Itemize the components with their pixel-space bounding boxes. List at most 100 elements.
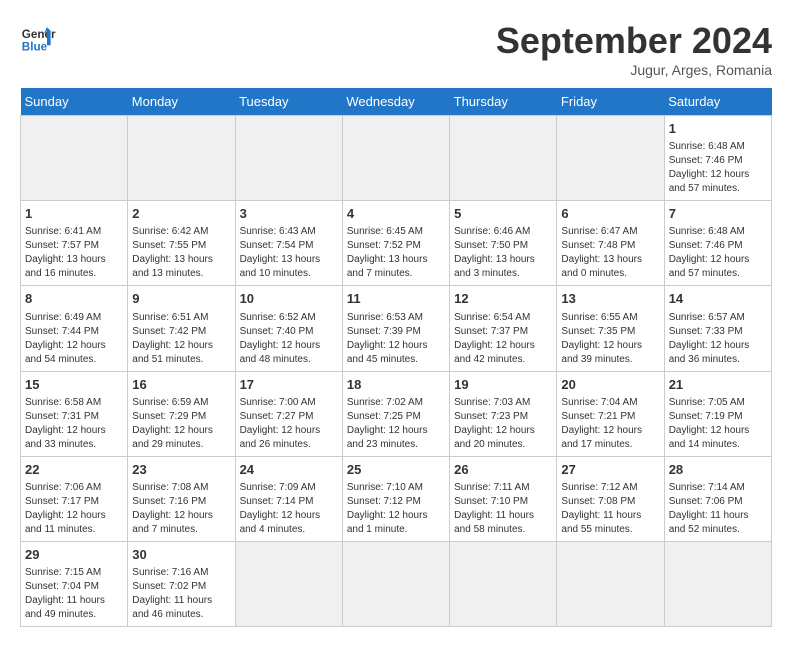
day-cell: 26 Sunrise: 7:11 AM Sunset: 7:10 PM Dayli… [450, 456, 557, 541]
day-cell: 19 Sunrise: 7:03 AM Sunset: 7:23 PM Dayli… [450, 371, 557, 456]
day-info: Sunrise: 6:45 AM Sunset: 7:52 PM Dayligh… [347, 225, 445, 281]
svg-text:Blue: Blue [22, 41, 48, 54]
logo: General Blue [20, 20, 56, 56]
day-info: Sunrise: 7:05 AM Sunset: 7:19 PM Dayligh… [669, 396, 767, 452]
day-number: 28 [669, 461, 767, 479]
day-cell: 29 Sunrise: 7:15 AM Sunset: 7:04 PM Dayli… [21, 541, 128, 626]
day-info: Sunrise: 7:15 AM Sunset: 7:04 PM Dayligh… [25, 566, 123, 622]
day-number: 24 [240, 461, 338, 479]
day-cell: 12 Sunrise: 6:54 AM Sunset: 7:37 PM Dayli… [450, 286, 557, 371]
week-row-2: 8Sunrise: 6:49 AM Sunset: 7:44 PM Daylig… [21, 286, 772, 371]
day-number: 17 [240, 376, 338, 394]
day-info: Sunrise: 6:42 AM Sunset: 7:55 PM Dayligh… [132, 225, 230, 281]
day-cell: 24Sunrise: 7:09 AM Sunset: 7:14 PM Dayli… [235, 456, 342, 541]
header-cell-sunday: Sunday [21, 88, 128, 116]
day-info: Sunrise: 6:57 AM Sunset: 7:33 PM Dayligh… [669, 311, 767, 367]
week-row-5: 29 Sunrise: 7:15 AM Sunset: 7:04 PM Dayli… [21, 541, 772, 626]
day-number: 15 [25, 376, 123, 394]
day-cell [342, 116, 449, 201]
day-cell: 22 Sunrise: 7:06 AM Sunset: 7:17 PM Dayli… [21, 456, 128, 541]
day-number: 13 [561, 290, 659, 308]
day-cell: 21 Sunrise: 7:05 AM Sunset: 7:19 PM Dayli… [664, 371, 771, 456]
day-cell: 5Sunrise: 6:46 AM Sunset: 7:50 PM Daylig… [450, 201, 557, 286]
header-cell-monday: Monday [128, 88, 235, 116]
day-info: Sunrise: 6:52 AM Sunset: 7:40 PM Dayligh… [240, 311, 338, 367]
day-number: 19 [454, 376, 552, 394]
day-cell: 17 Sunrise: 7:00 AM Sunset: 7:27 PM Dayli… [235, 371, 342, 456]
day-cell [235, 541, 342, 626]
day-info: Sunrise: 6:54 AM Sunset: 7:37 PM Dayligh… [454, 311, 552, 367]
day-info: Sunrise: 6:41 AM Sunset: 7:57 PM Dayligh… [25, 225, 123, 281]
day-number: 26 [454, 461, 552, 479]
day-info: Sunrise: 7:00 AM Sunset: 7:27 PM Dayligh… [240, 396, 338, 452]
day-info: Sunrise: 6:43 AM Sunset: 7:54 PM Dayligh… [240, 225, 338, 281]
day-number: 21 [669, 376, 767, 394]
header-cell-wednesday: Wednesday [342, 88, 449, 116]
day-info: Sunrise: 6:46 AM Sunset: 7:50 PM Dayligh… [454, 225, 552, 281]
day-cell: 2 Sunrise: 6:42 AM Sunset: 7:55 PM Daylig… [128, 201, 235, 286]
day-cell: 7 Sunrise: 6:48 AM Sunset: 7:46 PM Daylig… [664, 201, 771, 286]
day-cell: 18Sunrise: 7:02 AM Sunset: 7:25 PM Dayli… [342, 371, 449, 456]
day-cell: 14 Sunrise: 6:57 AM Sunset: 7:33 PM Dayli… [664, 286, 771, 371]
day-info: Sunrise: 6:48 AM Sunset: 7:46 PM Dayligh… [669, 225, 767, 281]
header-cell-saturday: Saturday [664, 88, 771, 116]
day-cell: 11Sunrise: 6:53 AM Sunset: 7:39 PM Dayli… [342, 286, 449, 371]
day-cell: 1 Sunrise: 6:41 AM Sunset: 7:57 PM Daylig… [21, 201, 128, 286]
day-cell [450, 116, 557, 201]
day-cell [342, 541, 449, 626]
day-number: 18 [347, 376, 445, 394]
day-number: 1 [25, 205, 123, 223]
day-number: 20 [561, 376, 659, 394]
calendar-subtitle: Jugur, Arges, Romania [496, 62, 772, 78]
day-number: 1 [669, 120, 767, 138]
calendar-body: 1 Sunrise: 6:48 AM Sunset: 7:46 PM Daylig… [21, 116, 772, 627]
day-info: Sunrise: 7:08 AM Sunset: 7:16 PM Dayligh… [132, 481, 230, 537]
day-cell: 4Sunrise: 6:45 AM Sunset: 7:52 PM Daylig… [342, 201, 449, 286]
header: General Blue September 2024 Jugur, Arges… [20, 20, 772, 78]
day-info: Sunrise: 6:55 AM Sunset: 7:35 PM Dayligh… [561, 311, 659, 367]
calendar-table: SundayMondayTuesdayWednesdayThursdayFrid… [20, 88, 772, 627]
day-info: Sunrise: 6:49 AM Sunset: 7:44 PM Dayligh… [25, 311, 123, 367]
day-info: Sunrise: 6:58 AM Sunset: 7:31 PM Dayligh… [25, 396, 123, 452]
day-number: 22 [25, 461, 123, 479]
day-cell [21, 116, 128, 201]
day-info: Sunrise: 6:59 AM Sunset: 7:29 PM Dayligh… [132, 396, 230, 452]
day-info: Sunrise: 7:03 AM Sunset: 7:23 PM Dayligh… [454, 396, 552, 452]
day-number: 30 [132, 546, 230, 564]
day-cell: 13 Sunrise: 6:55 AM Sunset: 7:35 PM Dayli… [557, 286, 664, 371]
day-number: 6 [561, 205, 659, 223]
day-info: Sunrise: 6:47 AM Sunset: 7:48 PM Dayligh… [561, 225, 659, 281]
day-cell: 20 Sunrise: 7:04 AM Sunset: 7:21 PM Dayli… [557, 371, 664, 456]
header-cell-friday: Friday [557, 88, 664, 116]
header-cell-tuesday: Tuesday [235, 88, 342, 116]
day-cell [450, 541, 557, 626]
day-number: 12 [454, 290, 552, 308]
day-cell [557, 116, 664, 201]
day-info: Sunrise: 7:16 AM Sunset: 7:02 PM Dayligh… [132, 566, 230, 622]
day-info: Sunrise: 7:12 AM Sunset: 7:08 PM Dayligh… [561, 481, 659, 537]
day-number: 3 [240, 205, 338, 223]
day-info: Sunrise: 7:11 AM Sunset: 7:10 PM Dayligh… [454, 481, 552, 537]
calendar-header-row: SundayMondayTuesdayWednesdayThursdayFrid… [21, 88, 772, 116]
day-number: 29 [25, 546, 123, 564]
week-row-3: 15 Sunrise: 6:58 AM Sunset: 7:31 PM Dayli… [21, 371, 772, 456]
day-number: 14 [669, 290, 767, 308]
day-cell: 6 Sunrise: 6:47 AM Sunset: 7:48 PM Daylig… [557, 201, 664, 286]
day-number: 2 [132, 205, 230, 223]
day-cell: 1Sunrise: 6:48 AM Sunset: 7:46 PM Daylig… [664, 116, 771, 201]
day-cell: 16Sunrise: 6:59 AM Sunset: 7:29 PM Dayli… [128, 371, 235, 456]
day-cell: 15 Sunrise: 6:58 AM Sunset: 7:31 PM Dayli… [21, 371, 128, 456]
day-number: 9 [132, 290, 230, 308]
day-cell [128, 116, 235, 201]
day-info: Sunrise: 7:04 AM Sunset: 7:21 PM Dayligh… [561, 396, 659, 452]
day-info: Sunrise: 7:06 AM Sunset: 7:17 PM Dayligh… [25, 481, 123, 537]
day-cell: 27 Sunrise: 7:12 AM Sunset: 7:08 PM Dayli… [557, 456, 664, 541]
logo-icon: General Blue [20, 20, 56, 56]
day-number: 27 [561, 461, 659, 479]
day-cell: 23Sunrise: 7:08 AM Sunset: 7:16 PM Dayli… [128, 456, 235, 541]
title-block: September 2024 Jugur, Arges, Romania [496, 20, 772, 78]
week-row-4: 22 Sunrise: 7:06 AM Sunset: 7:17 PM Dayli… [21, 456, 772, 541]
day-number: 7 [669, 205, 767, 223]
day-number: 11 [347, 290, 445, 308]
day-info: Sunrise: 6:51 AM Sunset: 7:42 PM Dayligh… [132, 311, 230, 367]
